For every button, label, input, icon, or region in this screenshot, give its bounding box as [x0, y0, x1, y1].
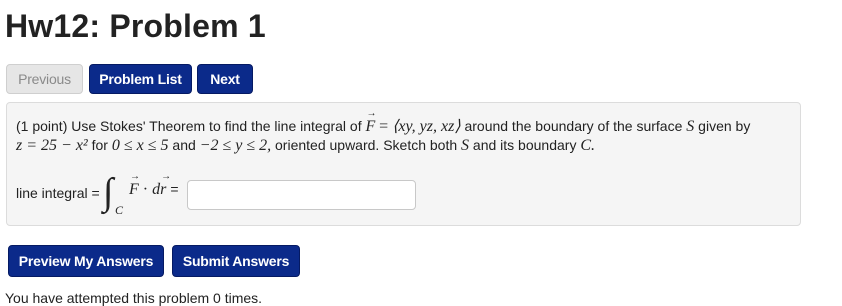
integrand: F · dr =: [129, 171, 179, 199]
for-text: for: [91, 137, 108, 153]
integrand-field: F: [129, 171, 140, 199]
integral-sign: ∫: [103, 171, 114, 213]
and-boundary-text: and its boundary: [472, 137, 577, 153]
preview-answers-button[interactable]: Preview My Answers: [8, 245, 164, 277]
problem-text-line-2: z = 25 − x² for 0 ≤ x ≤ 5 and −2 ≤ y ≤ 2…: [16, 137, 595, 155]
attempts-message: You have attempted this problem 0 times.: [5, 290, 263, 306]
integral-subscript: C: [115, 203, 124, 217]
surface-symbol-2: S: [461, 137, 470, 154]
points-label: (1 point): [16, 118, 68, 134]
page-title: Hw12: Problem 1: [5, 8, 266, 44]
problem-list-button[interactable]: Problem List: [89, 64, 192, 94]
oriented-text: oriented upward. Sketch both: [275, 137, 458, 153]
differential-r: r: [160, 171, 171, 199]
x-range: 0 ≤ x ≤ 5: [111, 137, 169, 154]
problem-statement-box: (1 point) Use Stokes' Theorem to find th…: [6, 102, 801, 226]
line-integral-expression: ∫ C F · dr =: [103, 171, 183, 223]
next-button[interactable]: Next: [197, 64, 253, 94]
differential-d: d: [152, 181, 161, 198]
and-text: and: [172, 137, 196, 153]
around-text: around the boundary of the surface: [464, 118, 683, 134]
boundary-symbol: C.: [580, 137, 596, 154]
problem-intro: Use Stokes' Theorem to find the line int…: [71, 118, 362, 134]
previous-button[interactable]: Previous: [6, 64, 83, 94]
given-by-text: given by: [698, 118, 751, 134]
answer-label: line integral =: [16, 185, 100, 201]
surface-symbol: S: [686, 118, 695, 135]
equals-sign: =: [379, 118, 389, 135]
answer-input[interactable]: [187, 180, 416, 210]
submit-answers-button[interactable]: Submit Answers: [172, 245, 300, 277]
vector-field-expression: ⟨xy, yz, xz⟩: [392, 118, 461, 135]
vector-field-symbol: F: [366, 108, 377, 136]
integral-equals: =: [170, 181, 179, 197]
problem-text-line-1: (1 point) Use Stokes' Theorem to find th…: [16, 108, 751, 136]
y-range: −2 ≤ y ≤ 2,: [199, 137, 272, 154]
surface-equation: z = 25 − x²: [16, 137, 88, 154]
dot-operator: ·: [142, 181, 149, 198]
